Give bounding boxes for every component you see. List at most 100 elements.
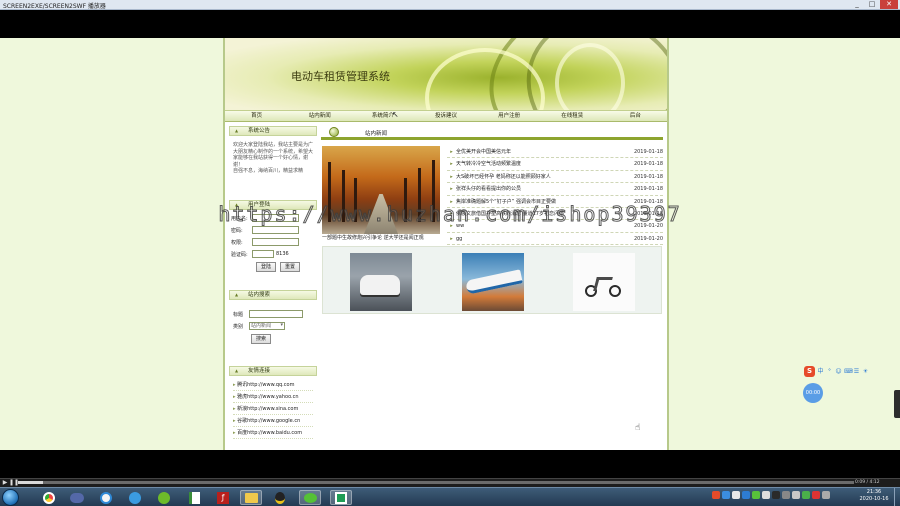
code-label: 验证码: [231,251,248,258]
news-item[interactable]: ▸ 全优美开会中国美信元年 2019-01-18 [447,146,663,159]
wechat-tray-icon[interactable] [752,491,760,499]
link-item[interactable]: 雅虎http://www.yahoo.cn [233,391,313,403]
taskbar: ƒ 21:36 2020-10-16 [0,487,900,506]
punctuation-icon[interactable]: ° [826,368,833,375]
tray-icon[interactable] [782,491,790,499]
main-content: 站内新闻 一部题中生故修炮兴引争论 逆大学还是阅正观 ▸ 全优美开会中国美信元年 2… [321,126,663,446]
link-item[interactable]: 腾讯http://www.qq.com [233,379,313,391]
qq-icon[interactable] [269,490,291,505]
hand-cursor-icon: ☝ [635,423,641,433]
mouse-cursor-icon: ↖ [392,110,399,119]
folder-icon[interactable] [240,490,262,505]
link-item[interactable]: 百度http://www.baidu.com [233,427,313,439]
play-button[interactable]: ▶ [1,479,9,487]
ppt-icon[interactable] [183,490,205,505]
sogou-tray-icon[interactable] [712,491,720,499]
seek-bar[interactable] [18,481,854,484]
finder-icon[interactable] [95,490,117,505]
search-title-row: 标题 [233,308,313,320]
seek-progress [18,481,44,484]
nav-home[interactable]: 首页 [225,111,288,121]
chrome-icon[interactable] [38,490,60,505]
password-input[interactable] [252,226,299,234]
news-title[interactable]: 张祥头仔的看看提出你的公员 [456,183,629,194]
window-title-bar: SCREEN2EXE/SCREEN2SWF 播放器 _ □ ✕ [0,0,900,10]
links-list: 腾讯http://www.qq.com 雅虎http://www.yahoo.c… [229,376,317,442]
tray-icon[interactable] [732,491,740,499]
pause-button[interactable]: ❚❚ [9,479,19,487]
bullet-icon: ▸ [450,149,453,155]
green-app-icon[interactable] [330,490,352,505]
news-item[interactable]: ▸ 天气转冷冷空气活动频繁温度 2019-01-18 [447,158,663,171]
flash-icon[interactable]: ƒ [212,490,234,505]
news-item[interactable]: ▸ gg 2019-01-20 [447,233,663,246]
link-item[interactable]: 新浪http://www.sina.com [233,403,313,415]
emoji-icon[interactable]: ☺ [835,368,842,375]
notice-panel: 欢迎大家登陆我站，我站主要是为广大朋友精心制作的一个系统，希望大家能够在我站获得… [229,136,317,200]
network-icon[interactable] [762,491,770,499]
taskbar-clock[interactable]: 21:36 2020-10-16 [856,489,892,503]
wheel-image [609,285,621,297]
close-button[interactable]: ✕ [880,0,898,9]
news-date: 2019-01-18 [633,186,663,193]
news-header: 站内新闻 [321,126,663,140]
login-button[interactable]: 登陆 [256,262,277,272]
reset-button[interactable]: 重置 [280,262,301,272]
qq-browser-icon[interactable] [124,490,146,505]
nav-rental[interactable]: 在线租赁 [541,111,604,121]
search-header: 站内搜索 [229,290,317,300]
search-category-row: 类别 站内新闻 [233,320,313,332]
skin-icon[interactable]: ☀ [862,368,869,375]
nav-register[interactable]: 用户注册 [478,111,541,121]
category-select[interactable]: 站内新闻 [249,322,285,330]
link-item[interactable]: 谷歌http://www.google.cn [233,415,313,427]
media-icon[interactable] [66,490,88,505]
ime-mode-icon[interactable]: 中 [817,368,824,375]
menu-icon[interactable]: ☰ [853,368,860,375]
safe-icon[interactable] [153,490,175,505]
maximize-button[interactable]: □ [865,0,879,9]
role-label: 权限: [231,239,243,246]
nav-feedback[interactable]: 投诉建议 [414,111,477,121]
ebike-thumbnail[interactable] [573,253,635,311]
shield-icon[interactable] [742,491,750,499]
search-panel: 标题 类别 站内新闻 搜索 [229,300,317,366]
show-desktop-button[interactable] [894,488,900,506]
train-thumbnail[interactable] [462,253,524,311]
news-list: ▸ 全优美开会中国美信元年 2019-01-18 ▸ 天气转冷冷空气活动频繁温度 201… [447,146,663,246]
tray-icon[interactable] [722,491,730,499]
news-title[interactable]: 天气转冷冷空气活动频繁温度 [456,158,629,169]
nav-admin[interactable]: 后台 [604,111,667,121]
role-select[interactable] [252,238,299,246]
news-item[interactable]: ▸ 张祥头仔的看看提出你的公员 2019-01-18 [447,183,663,196]
sogou-ime-icon[interactable]: S [804,365,815,377]
action-center-icon[interactable] [822,491,830,499]
site-title: 电动车租赁管理系统 [291,70,390,83]
letterbox-top [0,11,900,38]
minimize-button[interactable]: _ [850,0,864,9]
wechat-icon[interactable] [299,490,321,505]
side-handle[interactable] [894,390,900,418]
watermark-text: https://www.huzhan.com/ishop39397 [218,202,682,227]
news-title[interactable]: 全优美开会中国美信元年 [456,146,629,157]
role-row: 权限: [231,236,315,248]
search-button[interactable]: 搜索 [251,334,272,344]
tray-icon[interactable] [812,491,820,499]
search-title-label: 标题 [233,311,244,318]
search-category-label: 类别 [233,323,244,330]
tray-icon[interactable] [802,491,810,499]
volume-icon[interactable] [792,491,800,499]
news-title[interactable]: 大S破坏已经怀孕 老妈称还以能照顾好家人 [456,171,629,182]
nav-about[interactable]: 系统简介 [351,111,414,121]
photo-caption[interactable]: 一部题中生故修炮兴引争论 逆大学还是阅正观 [322,234,440,241]
news-item[interactable]: ▸ 大S破坏已经怀孕 老妈称还以能照顾好家人 2019-01-18 [447,171,663,184]
car-thumbnail[interactable] [350,253,412,311]
keyboard-icon[interactable]: ⌨ [844,368,853,375]
news-title[interactable]: gg [456,233,629,244]
speed-badge[interactable]: 00:00 [803,383,823,403]
search-input[interactable] [249,310,303,318]
qq-tray-icon[interactable] [772,491,780,499]
nav-news[interactable]: 站内新闻 [288,111,351,121]
code-input[interactable] [252,250,274,258]
start-button[interactable] [2,489,19,506]
